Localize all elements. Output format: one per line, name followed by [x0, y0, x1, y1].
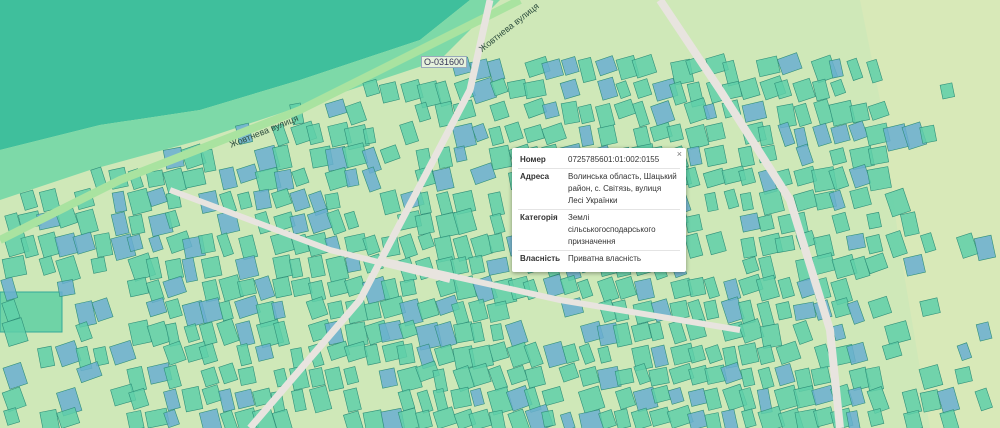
- land-parcel[interactable]: [273, 168, 295, 192]
- land-parcel[interactable]: [684, 213, 703, 234]
- value: Приватна власність: [566, 250, 680, 267]
- land-parcel[interactable]: [450, 256, 470, 276]
- key: Номер: [520, 155, 546, 164]
- land-parcel[interactable]: [255, 343, 274, 362]
- land-parcel[interactable]: [737, 342, 760, 366]
- land-parcel[interactable]: [846, 232, 866, 251]
- land-parcel[interactable]: [272, 254, 294, 279]
- land-parcel[interactable]: [866, 166, 892, 192]
- land-parcel[interactable]: [56, 279, 76, 297]
- value: 0725785601:01:002:0155: [568, 155, 660, 164]
- land-parcel[interactable]: [487, 232, 505, 254]
- land-parcel[interactable]: [200, 255, 223, 279]
- land-parcel[interactable]: [198, 233, 216, 255]
- land-parcel[interactable]: [793, 385, 817, 409]
- land-parcel[interactable]: [687, 277, 707, 298]
- land-parcel[interactable]: [90, 256, 107, 274]
- land-parcel[interactable]: [704, 144, 728, 168]
- key: Категорія: [518, 209, 566, 251]
- key: Власність: [518, 250, 566, 267]
- land-parcel[interactable]: [488, 144, 513, 171]
- land-parcel[interactable]: [903, 254, 926, 277]
- land-parcel[interactable]: [757, 214, 775, 232]
- row-address: Адреса Волинська область, Шацький район, …: [518, 168, 680, 210]
- land-parcel[interactable]: [597, 124, 618, 147]
- value: Волинська область, Шацький район, с. Сві…: [566, 168, 680, 210]
- value: Землі сільськогосподарського призначення: [566, 209, 680, 251]
- road-number-badge: О-031600: [421, 56, 468, 68]
- land-parcel[interactable]: [237, 366, 257, 386]
- row-number: Номер 0725785601:01:002:0155: [518, 152, 680, 169]
- land-parcel[interactable]: [272, 276, 293, 299]
- land-parcel[interactable]: [919, 124, 938, 144]
- land-parcel[interactable]: [759, 323, 783, 349]
- land-parcel[interactable]: [954, 366, 973, 385]
- parcel-info-popup: × Номер 0725785601:01:002:0155 Адреса Воли…: [512, 148, 686, 272]
- parcel-info-table: Номер 0725785601:01:002:0155 Адреса Волинс…: [518, 152, 680, 267]
- land-parcel[interactable]: [810, 366, 832, 387]
- land-parcel[interactable]: [648, 366, 670, 387]
- land-parcel[interactable]: [450, 386, 472, 410]
- land-parcel[interactable]: [126, 276, 149, 298]
- land-parcel[interactable]: [541, 409, 556, 428]
- land-parcel[interactable]: [396, 343, 416, 366]
- land-parcel[interactable]: [364, 301, 382, 321]
- land-parcel[interactable]: [705, 122, 726, 143]
- map-canvas[interactable]: [0, 0, 1000, 428]
- land-parcel[interactable]: [486, 300, 510, 323]
- row-ownership: Власність Приватна власність: [518, 250, 680, 267]
- key: Адреса: [518, 168, 566, 210]
- land-parcel[interactable]: [866, 211, 882, 230]
- land-parcel[interactable]: [849, 102, 870, 124]
- land-parcel[interactable]: [939, 82, 956, 100]
- land-parcel[interactable]: [39, 409, 60, 428]
- land-parcel[interactable]: [234, 388, 256, 410]
- land-parcel[interactable]: [378, 320, 404, 343]
- land-parcel[interactable]: [614, 367, 635, 386]
- row-category: Категорія Землі сільськогосподарського пр…: [518, 209, 680, 251]
- land-parcel[interactable]: [378, 367, 398, 389]
- land-parcel[interactable]: [253, 188, 272, 211]
- land-parcel[interactable]: [523, 79, 547, 100]
- land-parcel[interactable]: [792, 301, 817, 321]
- land-parcel[interactable]: [1, 255, 28, 279]
- land-parcel[interactable]: [867, 145, 890, 166]
- land-parcel[interactable]: [324, 192, 341, 211]
- land-parcel[interactable]: [237, 278, 257, 297]
- land-parcel[interactable]: [399, 278, 417, 297]
- land-parcel[interactable]: [774, 235, 796, 254]
- land-parcel[interactable]: [739, 212, 761, 233]
- close-icon[interactable]: ×: [677, 149, 682, 159]
